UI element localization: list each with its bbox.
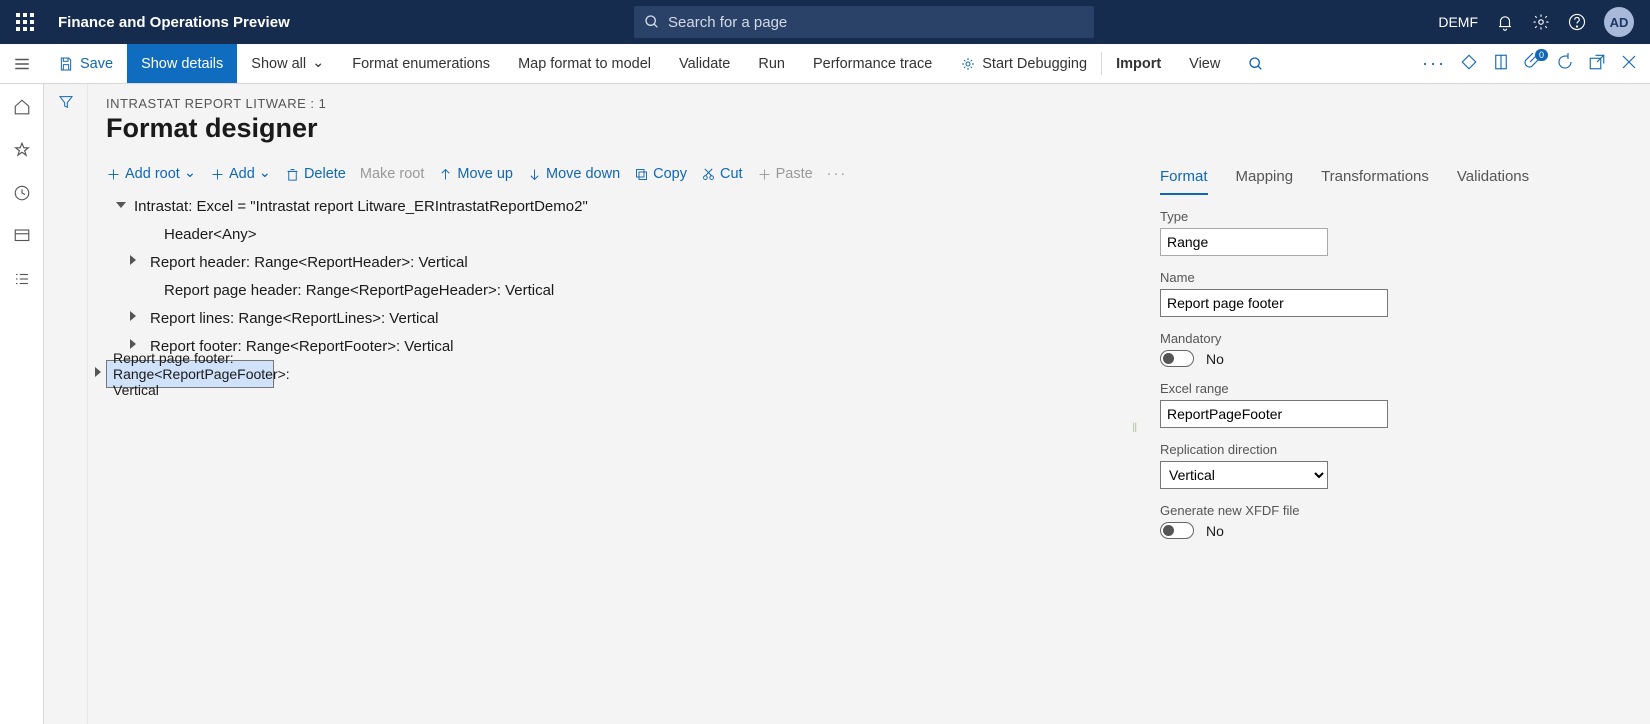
move-down-button[interactable]: Move down bbox=[527, 166, 620, 182]
show-details-button[interactable]: Show details bbox=[127, 44, 237, 83]
replication-direction-select[interactable]: Vertical bbox=[1160, 461, 1328, 489]
xfdf-toggle[interactable] bbox=[1160, 522, 1194, 539]
nav-rail bbox=[0, 84, 44, 724]
favorite-icon[interactable] bbox=[13, 141, 31, 162]
xfdf-value: No bbox=[1206, 523, 1224, 539]
paste-button: Paste bbox=[757, 166, 813, 182]
property-tabs: Format Mapping Transformations Validatio… bbox=[1160, 162, 1620, 195]
format-enum-button[interactable]: Format enumerations bbox=[338, 44, 504, 83]
bell-icon[interactable] bbox=[1496, 13, 1514, 31]
name-field[interactable] bbox=[1160, 289, 1388, 317]
search-box[interactable] bbox=[634, 6, 1094, 38]
tree-row[interactable]: Header<Any> bbox=[106, 220, 1140, 248]
mandatory-label: Mandatory bbox=[1160, 331, 1620, 346]
xfdf-label: Generate new XFDF file bbox=[1160, 503, 1620, 518]
excel-range-field[interactable] bbox=[1160, 400, 1388, 428]
add-button[interactable]: Add ⌄ bbox=[210, 166, 271, 182]
delete-button[interactable]: Delete bbox=[285, 166, 346, 182]
save-icon bbox=[58, 56, 74, 72]
tab-transformations[interactable]: Transformations bbox=[1321, 162, 1429, 195]
tree-toolbar: Add root ⌄ Add ⌄ Delete Make root Move u… bbox=[106, 162, 1140, 192]
search-input[interactable] bbox=[668, 14, 1084, 31]
filter-column bbox=[44, 84, 88, 724]
app-launcher-icon[interactable] bbox=[16, 13, 34, 31]
workspace-icon[interactable] bbox=[13, 227, 31, 248]
format-tree: Intrastat: Excel = "Intrastat report Lit… bbox=[106, 192, 1140, 388]
collapse-icon[interactable] bbox=[126, 311, 140, 325]
start-debug-button[interactable]: Start Debugging bbox=[946, 44, 1101, 83]
save-label: Save bbox=[80, 56, 113, 72]
diamond-icon[interactable] bbox=[1460, 53, 1478, 74]
make-root-button: Make root bbox=[360, 166, 424, 182]
attach-icon[interactable]: 0 bbox=[1524, 53, 1542, 74]
page-icon[interactable] bbox=[1492, 53, 1510, 74]
run-button[interactable]: Run bbox=[744, 44, 799, 83]
help-icon[interactable] bbox=[1568, 13, 1586, 31]
add-root-button[interactable]: Add root ⌄ bbox=[106, 166, 196, 182]
tree-row[interactable]: Intrastat: Excel = "Intrastat report Lit… bbox=[106, 192, 1140, 220]
breadcrumb: INTRASTAT REPORT LITWARE : 1 bbox=[88, 96, 1650, 113]
splitter-icon[interactable]: ‖ bbox=[1132, 420, 1138, 435]
copy-button[interactable]: Copy bbox=[634, 166, 687, 182]
page-title: Format designer bbox=[88, 113, 1650, 162]
refresh-icon[interactable] bbox=[1556, 53, 1574, 74]
command-bar: Save Show details Show all ⌄ Format enum… bbox=[0, 44, 1650, 84]
save-button[interactable]: Save bbox=[44, 44, 127, 83]
tree-row[interactable]: Report lines: Range<ReportLines>: Vertic… bbox=[106, 304, 1140, 332]
popout-icon[interactable] bbox=[1588, 53, 1606, 74]
show-all-button[interactable]: Show all ⌄ bbox=[237, 44, 338, 83]
tab-validations[interactable]: Validations bbox=[1457, 162, 1529, 195]
property-panel: ‖ Format Mapping Transformations Validat… bbox=[1140, 162, 1650, 724]
company-code[interactable]: DEMF bbox=[1438, 14, 1478, 30]
type-label: Type bbox=[1160, 209, 1620, 224]
tree-more-icon[interactable]: ··· bbox=[827, 166, 848, 182]
type-field bbox=[1160, 228, 1328, 256]
tab-mapping[interactable]: Mapping bbox=[1236, 162, 1294, 195]
move-up-button[interactable]: Move up bbox=[438, 166, 513, 182]
rep-dir-label: Replication direction bbox=[1160, 442, 1620, 457]
validate-button[interactable]: Validate bbox=[665, 44, 744, 83]
more-icon[interactable]: ··· bbox=[1422, 53, 1446, 74]
excel-label: Excel range bbox=[1160, 381, 1620, 396]
view-button[interactable]: View bbox=[1175, 44, 1234, 83]
close-icon[interactable] bbox=[1620, 53, 1638, 74]
expand-icon[interactable] bbox=[114, 199, 128, 213]
perf-trace-button[interactable]: Performance trace bbox=[799, 44, 946, 83]
show-all-label: Show all bbox=[251, 56, 306, 72]
avatar[interactable]: AD bbox=[1604, 7, 1634, 37]
tree-row-selected[interactable]: Report page footer: Range<ReportPageFoot… bbox=[106, 360, 274, 388]
topbar: Finance and Operations Preview DEMF AD bbox=[0, 0, 1650, 44]
chevron-down-icon: ⌄ bbox=[312, 55, 324, 71]
find-button[interactable] bbox=[1234, 44, 1278, 83]
search-icon bbox=[644, 14, 660, 30]
recent-icon[interactable] bbox=[13, 184, 31, 205]
home-icon[interactable] bbox=[13, 98, 31, 119]
name-label: Name bbox=[1160, 270, 1620, 285]
modules-icon[interactable] bbox=[13, 270, 31, 291]
show-details-label: Show details bbox=[141, 56, 223, 72]
collapse-icon[interactable] bbox=[126, 255, 140, 269]
mandatory-value: No bbox=[1206, 351, 1224, 367]
tree-row[interactable]: Report header: Range<ReportHeader>: Vert… bbox=[106, 248, 1140, 276]
app-title: Finance and Operations Preview bbox=[58, 14, 290, 31]
tab-format[interactable]: Format bbox=[1160, 162, 1208, 195]
nav-toggle-button[interactable] bbox=[0, 44, 44, 83]
map-format-button[interactable]: Map format to model bbox=[504, 44, 665, 83]
collapse-icon[interactable] bbox=[93, 367, 103, 381]
mandatory-toggle[interactable] bbox=[1160, 350, 1194, 367]
tree-row[interactable]: Report page header: Range<ReportPageHead… bbox=[106, 276, 1140, 304]
gear-icon[interactable] bbox=[1532, 13, 1550, 31]
filter-icon[interactable] bbox=[58, 94, 74, 724]
debug-icon bbox=[960, 56, 976, 72]
import-button[interactable]: Import bbox=[1102, 44, 1175, 83]
cut-button[interactable]: Cut bbox=[701, 166, 743, 182]
